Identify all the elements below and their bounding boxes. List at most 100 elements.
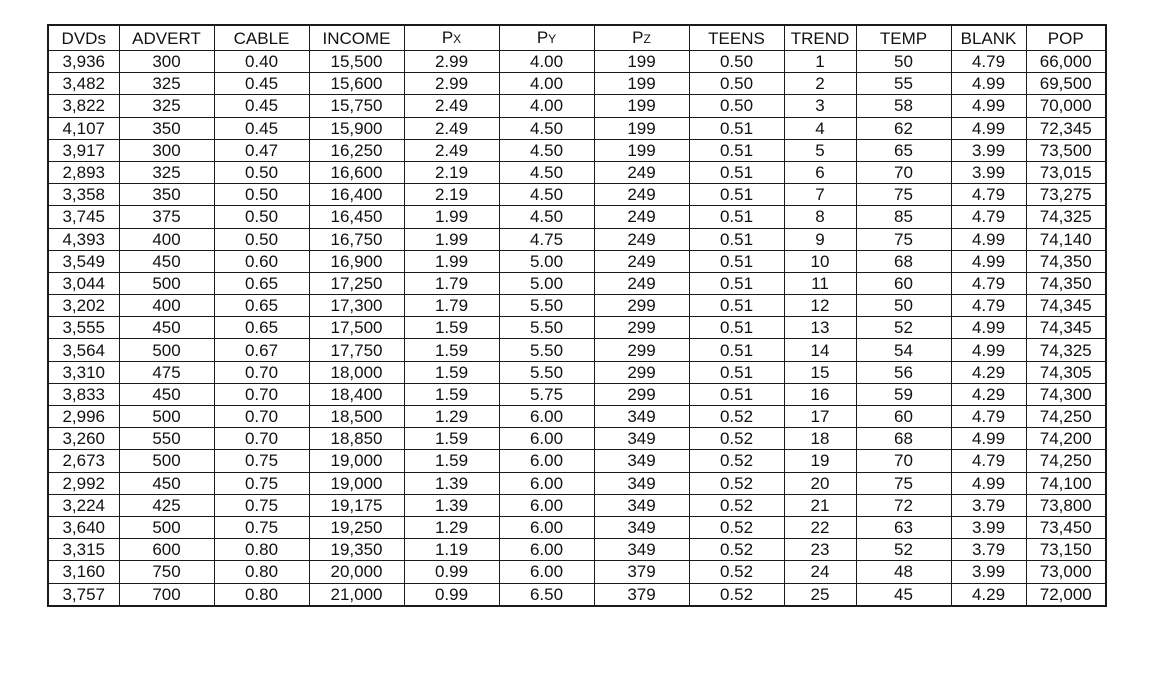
table-row: 3,160 750 0.80 20,000 0.99 6.00 379 0.52 24 48 3.9… xyxy=(47,560,1107,584)
table-row: 3,745 375 0.50 16,450 1.99 4.50 249 0.51 8 85 4.79… xyxy=(47,205,1107,229)
table-cell: 3.79 xyxy=(950,538,1027,562)
table-cell: 60 xyxy=(855,271,952,296)
table-cell: 350 xyxy=(118,116,215,140)
column-header: PY xyxy=(498,24,595,51)
table-cell: 249 xyxy=(593,183,690,207)
table-row: 3,482 325 0.45 15,600 2.99 4.00 199 0.50 2 55 4.99… xyxy=(47,72,1107,96)
table-cell: 0.50 xyxy=(213,183,310,207)
table-cell: 4 xyxy=(783,116,857,140)
table-cell: 19 xyxy=(783,449,857,473)
column-header-label: P xyxy=(632,27,644,47)
table-cell: 2,996 xyxy=(47,404,120,429)
table-cell: 18,400 xyxy=(308,382,405,407)
table-cell: 400 xyxy=(118,227,215,251)
table-cell: 4.99 xyxy=(950,227,1027,251)
table-cell: 0.50 xyxy=(688,72,785,96)
table-cell: 349 xyxy=(593,471,690,495)
table-cell: 1.59 xyxy=(403,427,500,451)
column-header-label: TREND xyxy=(790,28,850,48)
table-cell: 3,202 xyxy=(47,294,120,318)
table-cell: 450 xyxy=(118,316,215,340)
table-cell: 199 xyxy=(593,72,690,96)
table-cell: 325 xyxy=(118,72,215,96)
table-cell: 14 xyxy=(783,338,857,362)
table-cell: 13 xyxy=(783,316,857,340)
table-row: 3,202 400 0.65 17,300 1.79 5.50 299 0.51 12 50 4.7… xyxy=(47,294,1107,318)
table-cell: 3,260 xyxy=(47,427,120,451)
table-cell: 0.80 xyxy=(213,582,310,607)
table-cell: 500 xyxy=(118,271,215,296)
table-cell: 2,893 xyxy=(47,160,120,185)
table-cell: 0.52 xyxy=(688,471,785,495)
table-row: 2,996 500 0.70 18,500 1.29 6.00 349 0.52 17 60 4.7… xyxy=(47,404,1107,429)
table-cell: 0.75 xyxy=(213,471,310,495)
table-cell: 349 xyxy=(593,427,690,451)
table-cell: 3,358 xyxy=(47,183,120,207)
table-cell: 21,000 xyxy=(308,582,405,607)
table-cell: 74,305 xyxy=(1025,360,1107,384)
table-cell: 62 xyxy=(855,116,952,140)
table-cell: 59 xyxy=(855,382,952,407)
table-cell: 16 xyxy=(783,382,857,407)
table-cell: 4.50 xyxy=(498,205,595,229)
table-cell: 2.49 xyxy=(403,94,500,118)
table-cell: 74,100 xyxy=(1025,471,1107,495)
column-header-label: P xyxy=(441,27,454,47)
table-row: 3,044 500 0.65 17,250 1.79 5.00 249 0.51 11 60 4.7… xyxy=(47,271,1107,296)
table-cell: 56 xyxy=(855,360,952,384)
table-cell: 19,250 xyxy=(308,515,405,540)
table-cell: 50 xyxy=(855,49,952,74)
table-cell: 74,140 xyxy=(1025,227,1107,251)
table-cell: 0.52 xyxy=(688,582,785,607)
table-cell: 15,750 xyxy=(308,94,405,118)
table-cell: 3,555 xyxy=(47,316,120,340)
table-cell: 4.50 xyxy=(498,138,595,162)
table-cell: 0.67 xyxy=(213,338,310,362)
column-header-subscript: Y xyxy=(548,31,557,46)
table-cell: 11 xyxy=(783,271,857,296)
column-header-label: P xyxy=(536,27,549,47)
table-cell: 249 xyxy=(593,271,690,296)
table-cell: 6.00 xyxy=(498,471,595,495)
table-cell: 199 xyxy=(593,138,690,162)
table-cell: 500 xyxy=(118,515,215,540)
table-cell: 1.19 xyxy=(403,538,500,562)
table-cell: 299 xyxy=(593,338,690,362)
table-cell: 3,822 xyxy=(47,94,120,118)
table-row: 3,555 450 0.65 17,500 1.59 5.50 299 0.51 13 52 4.9… xyxy=(47,316,1107,340)
table-cell: 4.99 xyxy=(950,471,1027,495)
table-cell: 5.75 xyxy=(498,382,595,407)
table-cell: 16,400 xyxy=(308,183,405,207)
table-cell: 1.99 xyxy=(403,227,500,251)
table-row: 3,640 500 0.75 19,250 1.29 6.00 349 0.52 22 63 3.9… xyxy=(47,515,1107,540)
table-cell: 0.70 xyxy=(213,382,310,407)
table-cell: 54 xyxy=(855,338,952,362)
table-cell: 10 xyxy=(783,249,857,273)
table-cell: 70,000 xyxy=(1025,94,1107,118)
column-header-label: CABLE xyxy=(233,28,290,48)
table-cell: 6.00 xyxy=(498,538,595,562)
column-header-label: ADVERT xyxy=(132,28,201,48)
table-cell: 4.50 xyxy=(498,160,595,185)
table-cell: 4.79 xyxy=(950,294,1027,318)
table-row: 3,260 550 0.70 18,850 1.59 6.00 349 0.52 18 68 4.9… xyxy=(47,427,1107,451)
table-cell: 15,600 xyxy=(308,72,405,96)
table-cell: 19,000 xyxy=(308,471,405,495)
table-cell: 55 xyxy=(855,72,952,96)
table-cell: 4.99 xyxy=(950,316,1027,340)
table-cell: 0.51 xyxy=(688,294,785,318)
table-cell: 0.51 xyxy=(688,271,785,296)
table-cell: 73,500 xyxy=(1025,138,1107,162)
table-cell: 4,107 xyxy=(47,116,120,140)
table-cell: 74,250 xyxy=(1025,404,1107,429)
table-cell: 1.99 xyxy=(403,249,500,273)
table-cell: 300 xyxy=(118,49,215,74)
column-header-subscript: Z xyxy=(643,31,651,46)
table-cell: 5.50 xyxy=(498,294,595,318)
table-cell: 73,275 xyxy=(1025,183,1107,207)
table-cell: 0.75 xyxy=(213,515,310,540)
table-cell: 5.00 xyxy=(498,271,595,296)
table-cell: 15 xyxy=(783,360,857,384)
column-header-label: BLANK xyxy=(960,28,1017,48)
table-cell: 0.50 xyxy=(213,160,310,185)
